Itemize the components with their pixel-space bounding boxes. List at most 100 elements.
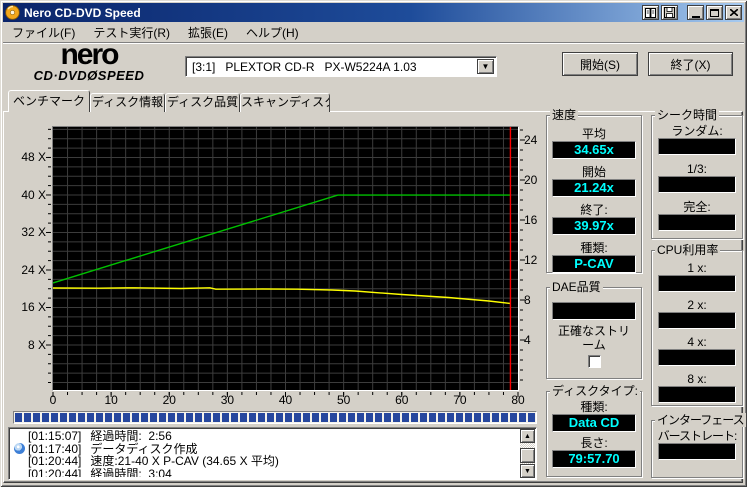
log-text: 経過時間: 2:56 xyxy=(90,430,172,443)
dae-quality-display xyxy=(552,302,636,320)
log-time: [01:20:44] xyxy=(28,466,82,477)
y-right-tick-label: 8 xyxy=(524,293,531,307)
seek-full-label: 完全: xyxy=(683,200,711,214)
y-left-tick-label: 48 X xyxy=(21,150,46,165)
interface-group: インターフェース バーストレート: xyxy=(651,413,746,478)
tab-scandisc[interactable]: スキャンディスク xyxy=(240,93,330,112)
seek-third-display xyxy=(658,176,736,193)
start-button[interactable]: 開始(S) xyxy=(562,52,638,76)
close-icon xyxy=(729,9,738,16)
app-icon xyxy=(5,5,20,20)
minimize-icon xyxy=(691,15,700,18)
maximize-button[interactable] xyxy=(706,5,723,20)
burst-rate-label: バーストレート: xyxy=(657,429,738,443)
cpu-1x-label: 1 x: xyxy=(687,261,707,275)
y-right-tick-label: 4 xyxy=(524,333,531,347)
seek-random-display xyxy=(658,138,736,155)
minimize-button[interactable] xyxy=(687,5,704,20)
log-scrollbar[interactable]: ▲ ▼ xyxy=(520,429,535,478)
log-entry[interactable]: [01:20:44] 速度:21-40 X P-CAV (34.65 X 平均) xyxy=(11,455,519,468)
interface-legend: インターフェース xyxy=(655,413,746,427)
y-left-tick-label: 32 X xyxy=(21,225,46,240)
speed-group: 速度 平均 34.65x 開始 21.24x 終了: 39.97x 種類: P-… xyxy=(546,108,642,273)
burst-rate-display xyxy=(658,443,736,460)
start-speed-display: 21.24x xyxy=(552,179,636,197)
cpu-2x-display xyxy=(658,312,736,329)
cdspeed-logo-text: CD·DVDØSPEED xyxy=(33,68,145,83)
disc-length-display: 79:57.70 xyxy=(552,450,636,468)
cpu-1x-display xyxy=(658,275,736,292)
chevron-down-icon: ▼ xyxy=(481,62,490,71)
window-title: Nero CD-DVD Speed xyxy=(24,5,141,20)
y-right-tick-label: 12 xyxy=(524,253,538,267)
tab-disc-info[interactable]: ディスク情報 xyxy=(90,93,165,112)
close-button[interactable] xyxy=(725,5,742,20)
dae-quality-group: DAE品質 正確なストリーム xyxy=(546,280,642,379)
log-time: [01:20:44] xyxy=(28,454,82,468)
log-listbox[interactable]: [01:15:07] 経過時間: 2:56 [01:17:40] データディスク… xyxy=(8,427,537,480)
x-tick-label: 70 xyxy=(453,393,467,407)
log-text: 経過時間: 3:04 xyxy=(90,466,172,477)
y-left-tick-label: 8 X xyxy=(27,337,46,352)
log-icon-slot xyxy=(11,443,28,455)
disc-length-label: 長さ: xyxy=(580,436,608,450)
x-tick-label: 20 xyxy=(162,393,176,407)
scroll-up-button[interactable]: ▲ xyxy=(520,429,535,443)
cpu-usage-group: CPU利用率 1 x: 2 x: 4 x: 8 x: xyxy=(651,243,743,406)
seek-random-label: ランダム: xyxy=(671,124,723,138)
accurate-stream-checkbox[interactable] xyxy=(587,355,601,368)
drive-selector-dropdown-button[interactable]: ▼ xyxy=(477,59,494,74)
log-rows: [01:15:07] 経過時間: 2:56 [01:17:40] データディスク… xyxy=(11,430,519,477)
average-speed-display: 34.65x xyxy=(552,141,636,159)
disc-info-button[interactable] xyxy=(642,5,659,20)
speed-group-legend: 速度 xyxy=(550,108,579,122)
average-speed-label: 平均 xyxy=(581,127,606,141)
x-tick-label: 10 xyxy=(104,393,118,407)
cd-icon xyxy=(14,443,25,455)
end-speed-label: 終了: xyxy=(580,203,608,217)
seek-times-group: シーク時間 ランダム: 1/3: 完全: xyxy=(651,108,743,239)
speed-type-display: P-CAV xyxy=(552,255,636,273)
cpu-4x-label: 4 x: xyxy=(687,335,707,349)
menu-extra[interactable]: 拡張(E) xyxy=(179,21,237,44)
menu-help[interactable]: ヘルプ(H) xyxy=(237,21,308,44)
cpu-2x-label: 2 x: xyxy=(687,298,707,312)
nero-logo-text: nero xyxy=(60,38,119,71)
x-tick-label: 80 xyxy=(511,393,525,407)
app-window: Nero CD-DVD Speed ファイル(F) テスト実行(R) 拡張(E) xyxy=(0,0,747,487)
x-tick-label: 0 xyxy=(49,393,57,407)
disc-type-legend: ディスクタイプ: xyxy=(550,384,641,398)
x-tick-label: 40 xyxy=(278,393,293,407)
seek-times-legend: シーク時間 xyxy=(655,108,720,122)
cpu-8x-label: 8 x: xyxy=(687,372,707,386)
start-speed-label: 開始 xyxy=(581,165,606,179)
book-icon xyxy=(645,7,656,18)
chart-x-axis: 0 10 20 30 40 50 60 70 80 xyxy=(50,392,525,407)
tab-disc-quality[interactable]: ディスク品質 xyxy=(165,93,240,112)
scroll-down-button[interactable]: ▼ xyxy=(520,464,535,478)
maximize-icon xyxy=(710,8,719,17)
accurate-stream-label: 正確なストリーム xyxy=(557,324,630,352)
rotation-speed-line xyxy=(52,287,511,305)
log-text: 速度:21-40 X P-CAV (34.65 X 平均) xyxy=(90,454,279,468)
cpu-4x-display xyxy=(658,349,736,366)
y-right-tick-label: 24 xyxy=(524,133,538,147)
test-progress-bar xyxy=(13,411,537,424)
end-speed-display: 39.97x xyxy=(552,217,636,235)
save-results-button[interactable] xyxy=(661,5,678,20)
tab-benchmark[interactable]: ベンチマーク xyxy=(8,90,90,112)
y-left-tick-label: 24 X xyxy=(21,262,46,277)
log-entry[interactable]: [01:15:07] 経過時間: 2:56 xyxy=(11,430,519,443)
progress-fill xyxy=(15,413,535,422)
chart-y-axis-left: 8 X 16 X 24 X 32 X 40 X 48 X xyxy=(2,127,48,390)
exit-button[interactable]: 終了(X) xyxy=(648,52,733,76)
drive-selector[interactable]: [3:1] PLEXTOR CD-R PX-W5224A 1.03 ▼ xyxy=(185,56,497,77)
log-time: [01:15:07] xyxy=(28,430,82,443)
scrollbar-thumb[interactable] xyxy=(520,448,535,463)
disc-kind-label: 種類: xyxy=(580,400,608,414)
disc-kind-display: Data CD xyxy=(552,414,636,432)
titlebar[interactable]: Nero CD-DVD Speed xyxy=(3,3,744,22)
chart-y-axis-right: 4 8 12 16 20 24 xyxy=(522,127,548,390)
dae-quality-legend: DAE品質 xyxy=(550,280,603,294)
log-entry[interactable]: [01:20:44] 経過時間: 3:04 xyxy=(11,466,519,477)
